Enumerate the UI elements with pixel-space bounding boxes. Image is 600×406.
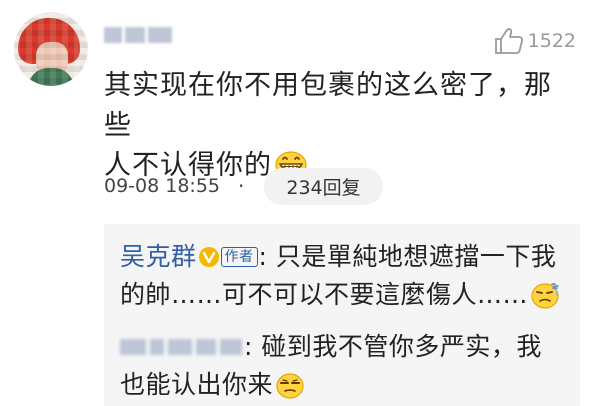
- meta-separator: ·: [238, 174, 245, 198]
- view-replies-button[interactable]: 234回复: [264, 167, 383, 205]
- author-tag-badge: 作者: [220, 247, 258, 267]
- reply-text-line2: 的帥……可不可以不要這麼傷人……: [120, 280, 529, 309]
- commenter-avatar[interactable]: [14, 12, 88, 86]
- reply-item[interactable]: 吴克群 作者: 只是單純地想遮擋一下我 的帥……可不可以不要這麼傷人……: [120, 238, 570, 320]
- reply-text-line2: 也能认出你来: [120, 370, 274, 399]
- reply-colon: :: [244, 332, 262, 361]
- sweat-emoji-icon: [530, 281, 562, 320]
- commenter-name-blurred[interactable]: [104, 27, 174, 45]
- like-count: 1522: [527, 30, 576, 52]
- squint-emoji-icon: [275, 371, 305, 406]
- like-button[interactable]: 1522: [494, 27, 576, 55]
- comment-text-line1: 其实现在你不用包裹的这么密了，那些: [104, 70, 552, 141]
- reply-text-line1: 只是單純地想遮擋一下我: [275, 242, 557, 271]
- comment-meta: 09-08 18:55 · 234回复: [104, 167, 383, 205]
- reply-author-link[interactable]: 吴克群: [120, 242, 197, 271]
- comment-timestamp: 09-08 18:55: [104, 175, 221, 197]
- reply-colon: :: [258, 242, 276, 271]
- comment-page: 1522 其实现在你不用包裹的这么密了，那些 人不认得你的 09-08 18:5…: [0, 0, 600, 406]
- reply-author-blurred[interactable]: [120, 337, 244, 357]
- thumbs-up-icon: [494, 27, 524, 55]
- reply-item[interactable]: : 碰到我不管你多严实，我 也能认出你来: [120, 328, 570, 406]
- verified-v-icon: [198, 247, 219, 267]
- reply-text-line1: 碰到我不管你多严实，我: [261, 332, 542, 361]
- reply-thread[interactable]: 吴克群 作者: 只是單純地想遮擋一下我 的帥……可不可以不要這麼傷人……: 碰…: [104, 224, 580, 406]
